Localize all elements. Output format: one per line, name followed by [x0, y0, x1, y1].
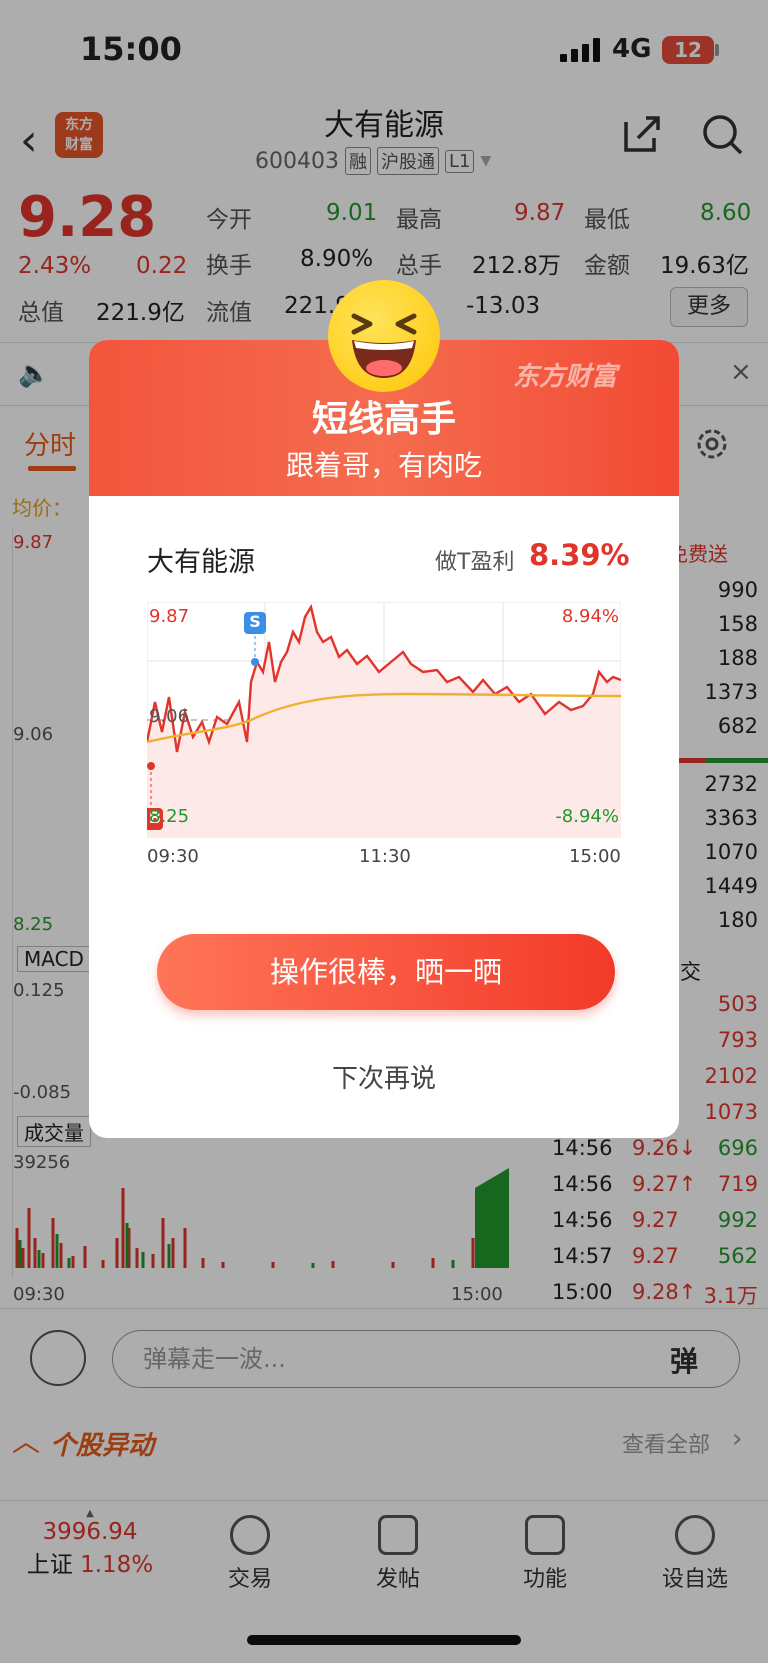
modal-stock-name: 大有能源 [147, 547, 255, 578]
mini-x-mid: 11:30 [359, 846, 411, 867]
mini-y-bottom: 8.25 [149, 806, 190, 827]
modal-title: 短线高手 [311, 399, 456, 440]
share-result-button[interactable]: 操作很棒，晒一晒 [157, 934, 615, 1010]
mini-chart-svg [147, 602, 621, 838]
modal-subtitle: 跟着哥，有肉吃 [285, 449, 482, 482]
modal-brand-watermark: 东方财富 [513, 362, 618, 392]
mini-y-top: 9.87 [149, 606, 190, 627]
laughing-emoji-icon [328, 280, 440, 392]
mini-y-mid: 9.06 [149, 706, 190, 727]
dismiss-button[interactable]: 下次再说 [89, 1058, 679, 1095]
profit-label: 做T盈利 [435, 550, 515, 575]
profit-value: 8.39% [529, 538, 630, 572]
sell-marker: S [249, 612, 261, 631]
mini-x-end: 15:00 [569, 846, 621, 867]
trade-mini-chart: S B 9.87 9.06 8.25 8.94% -8.94% 09:30 11… [147, 602, 621, 867]
achievement-modal: 东方财富 短线高手 跟着哥，有肉吃 大有能源 做T盈利 8.39% S B 9.… [89, 340, 679, 1138]
mini-x-start: 09:30 [147, 846, 199, 867]
mini-pct-top: 8.94% [561, 606, 619, 627]
mini-pct-bottom: -8.94% [555, 806, 619, 827]
